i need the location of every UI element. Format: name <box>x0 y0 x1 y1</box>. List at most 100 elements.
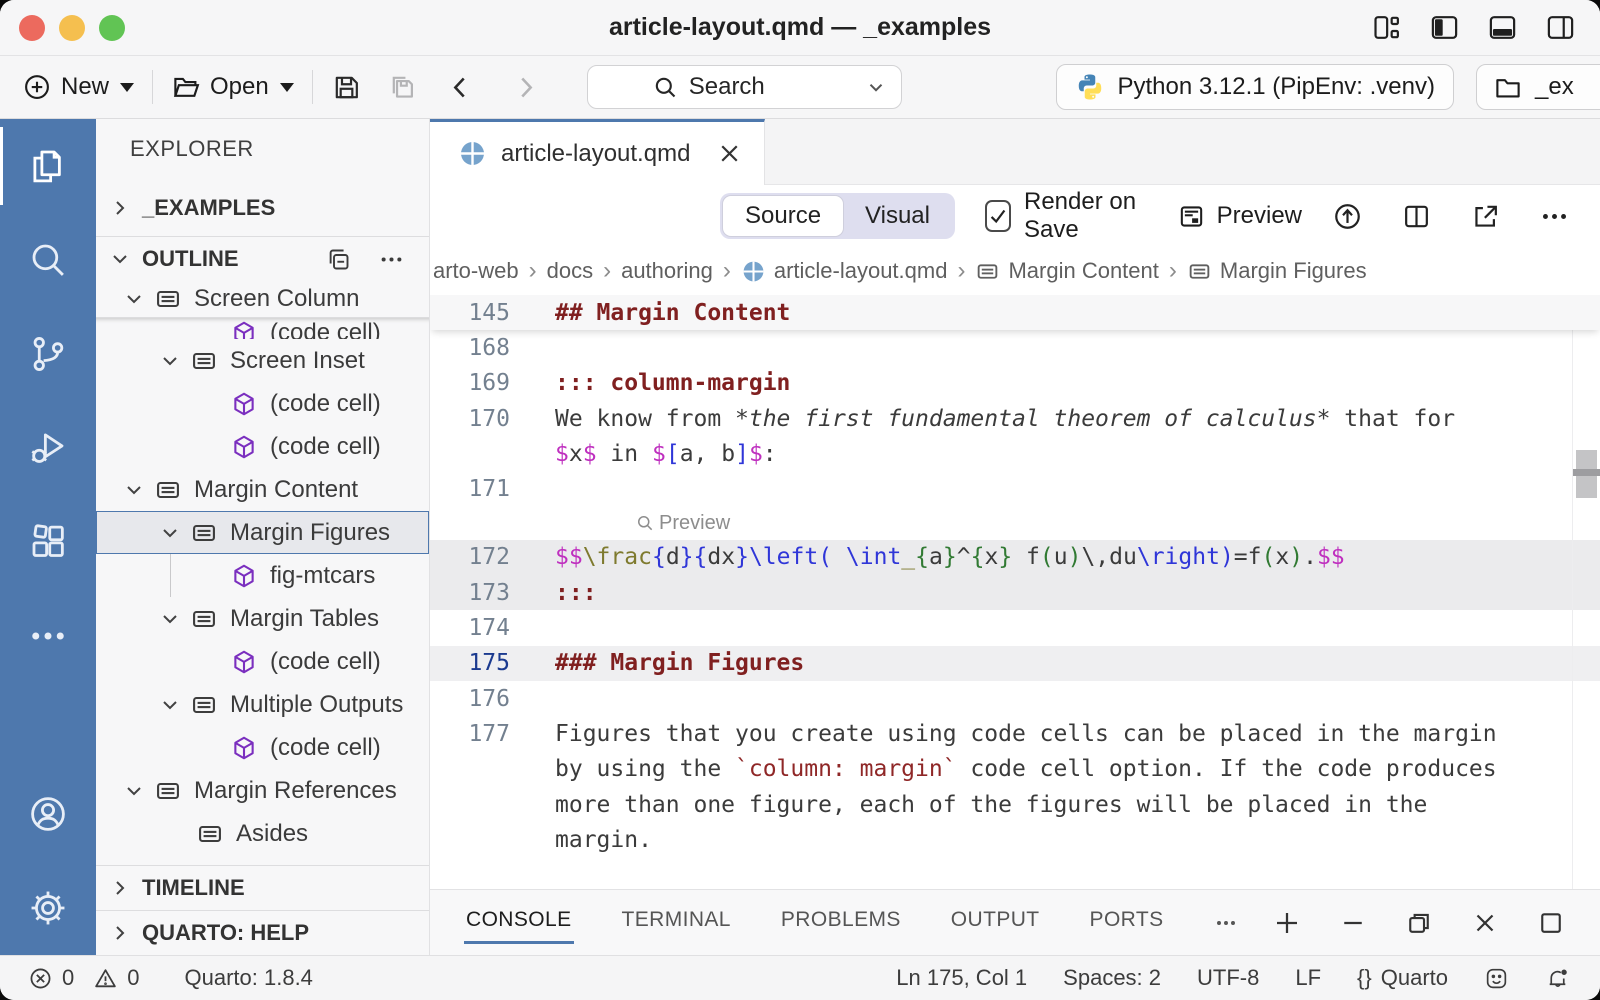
panel-tab-console[interactable]: CONSOLE <box>464 902 574 944</box>
outline-item-asides[interactable]: Asides <box>96 812 429 855</box>
breadcrumb-item[interactable]: authoring <box>621 258 713 284</box>
editor-more-actions-icon[interactable] <box>1539 201 1570 232</box>
code-editor[interactable]: 145## Margin Content168169::: column-mar… <box>430 295 1600 889</box>
problems-status[interactable]: 0 0 <box>28 965 140 991</box>
outline-item-margin-content[interactable]: Margin Content <box>96 468 429 511</box>
save-all-button[interactable] <box>388 72 419 103</box>
encoding-status[interactable]: UTF-8 <box>1197 965 1259 991</box>
python-interpreter-button[interactable]: Python 3.12.1 (PipEnv: .venv) <box>1056 64 1454 110</box>
breadcrumb-separator: › <box>953 257 969 285</box>
quarto-version-status[interactable]: Quarto: 1.8.4 <box>185 965 313 991</box>
breadcrumb-item[interactable]: docs <box>547 258 593 284</box>
open-button[interactable]: Open <box>171 72 294 102</box>
outline-item-label: (code cell) <box>270 319 381 339</box>
search-icon <box>652 74 679 101</box>
panel-more-tabs-icon[interactable] <box>1212 909 1240 937</box>
activity-files-button[interactable] <box>0 119 96 213</box>
chevron-down-icon <box>122 779 154 803</box>
render-on-save-checkbox[interactable]: Render on Save <box>985 188 1147 244</box>
source-mode-button[interactable]: Source <box>723 196 843 236</box>
save-button[interactable] <box>331 72 362 103</box>
language-mode-status[interactable]: {} Quarto <box>1357 965 1448 991</box>
panel-tab-ports[interactable]: PORTS <box>1088 902 1166 944</box>
error-icon <box>28 966 53 991</box>
outline-item-margin-references[interactable]: Margin References <box>96 769 429 812</box>
minimize-panel-icon[interactable] <box>1338 908 1368 938</box>
outline-item-screen-column[interactable]: Screen Column <box>96 281 429 317</box>
sidebar-section-examples[interactable]: _EXAMPLES <box>96 179 429 236</box>
new-console-icon[interactable] <box>1272 908 1302 938</box>
activity-more-button[interactable] <box>0 589 96 683</box>
line-number: 171 <box>430 476 510 502</box>
feedback-smiley-icon[interactable] <box>1484 966 1509 991</box>
panel-tab-problems[interactable]: PROBLEMS <box>779 902 903 944</box>
breadcrumb-separator: › <box>525 257 541 285</box>
maximize-panel-icon[interactable] <box>1536 908 1566 938</box>
collapse-all-icon[interactable] <box>325 246 352 273</box>
outline-item-multiple-outputs[interactable]: Multiple Outputs <box>96 683 429 726</box>
breadcrumb-item[interactable]: Margin Content <box>975 258 1158 284</box>
workspace-folder-label: _ex <box>1535 73 1574 101</box>
breadcrumb-item[interactable]: arto-web <box>433 258 519 284</box>
indentation-status[interactable]: Spaces: 2 <box>1063 965 1161 991</box>
outline-item-fig-mtcars[interactable]: fig-mtcars <box>96 554 429 597</box>
sidebar-section-timeline[interactable]: TIMELINE <box>96 865 429 910</box>
activity-account-button[interactable] <box>0 767 96 861</box>
outline-item-margin-figures[interactable]: Margin Figures <box>96 511 429 554</box>
open-external-icon[interactable] <box>1470 201 1501 232</box>
outline-item-code-cell[interactable]: (code cell) <box>96 640 429 683</box>
outline-more-actions-icon[interactable] <box>378 246 405 273</box>
panel-tab-output[interactable]: OUTPUT <box>949 902 1042 944</box>
breadcrumb-separator: › <box>1165 257 1181 285</box>
codelens-preview[interactable]: Preview <box>430 507 1600 540</box>
workspace-folder-button[interactable]: _ex <box>1476 64 1600 110</box>
search-input[interactable]: Search <box>587 65 902 109</box>
cursor-position-status[interactable]: Ln 175, Col 1 <box>896 965 1027 991</box>
editor-scrollbar[interactable] <box>1572 295 1600 889</box>
caret-down-icon <box>120 83 134 92</box>
code-line: $x$ in $[a, b]$: <box>430 436 1600 471</box>
sidebar-section-quarto-help[interactable]: QUARTO: HELP <box>96 910 429 955</box>
breadcrumb-item[interactable]: article-layout.qmd <box>741 258 948 284</box>
new-button[interactable]: New <box>22 72 134 102</box>
visual-mode-button[interactable]: Visual <box>843 196 952 236</box>
toggle-panel-icon[interactable] <box>1487 12 1518 43</box>
activity-debug-button[interactable] <box>0 401 96 495</box>
sidebar-section-outline[interactable]: OUTLINE <box>96 236 429 281</box>
outline-item-code-cell[interactable]: (code cell) <box>96 317 429 339</box>
outline-item-code-cell[interactable]: (code cell) <box>96 382 429 425</box>
back-button[interactable] <box>445 72 476 103</box>
activity-extensions-button[interactable] <box>0 495 96 589</box>
outline-item-margin-tables[interactable]: Margin Tables <box>96 597 429 640</box>
eol-status[interactable]: LF <box>1295 965 1321 991</box>
customize-layout-icon[interactable] <box>1371 12 1402 43</box>
split-editor-icon[interactable] <box>1401 201 1432 232</box>
notifications-bell-icon[interactable] <box>1545 966 1570 991</box>
status-bar: 0 0 Quarto: 1.8.4 Ln 175, Col 1 Spaces: … <box>0 955 1600 1000</box>
outline-item-code-cell[interactable]: (code cell) <box>96 726 429 769</box>
line-number: 175 <box>430 650 510 676</box>
preview-button[interactable]: Preview <box>1177 202 1302 231</box>
activity-settings-button[interactable] <box>0 861 96 955</box>
section-symbol-icon <box>190 519 224 547</box>
breadcrumb-item[interactable]: Margin Figures <box>1187 258 1367 284</box>
close-tab-icon[interactable] <box>715 139 744 168</box>
activity-source-control-button[interactable] <box>0 307 96 401</box>
activity-search-button[interactable] <box>0 213 96 307</box>
braces-icon: {} <box>1357 965 1372 991</box>
explorer-title: EXPLORER <box>130 136 254 162</box>
restore-panel-icon[interactable] <box>1404 908 1434 938</box>
chevron-down-icon[interactable] <box>865 76 887 98</box>
tab-article-layout[interactable]: article-layout.qmd <box>430 119 765 185</box>
publish-icon[interactable] <box>1332 201 1363 232</box>
outline-item-screen-inset[interactable]: Screen Inset <box>96 339 429 382</box>
forward-button[interactable] <box>510 72 541 103</box>
outline-item-code-cell[interactable]: (code cell) <box>96 425 429 468</box>
search-icon <box>27 239 69 281</box>
toggle-secondary-sidebar-icon[interactable] <box>1545 12 1576 43</box>
close-panel-icon[interactable] <box>1470 908 1500 938</box>
open-button-label: Open <box>210 73 269 101</box>
toggle-primary-sidebar-icon[interactable] <box>1429 12 1460 43</box>
code-line: 177Figures that you create using code ce… <box>430 716 1600 751</box>
panel-tab-terminal[interactable]: TERMINAL <box>620 902 733 944</box>
